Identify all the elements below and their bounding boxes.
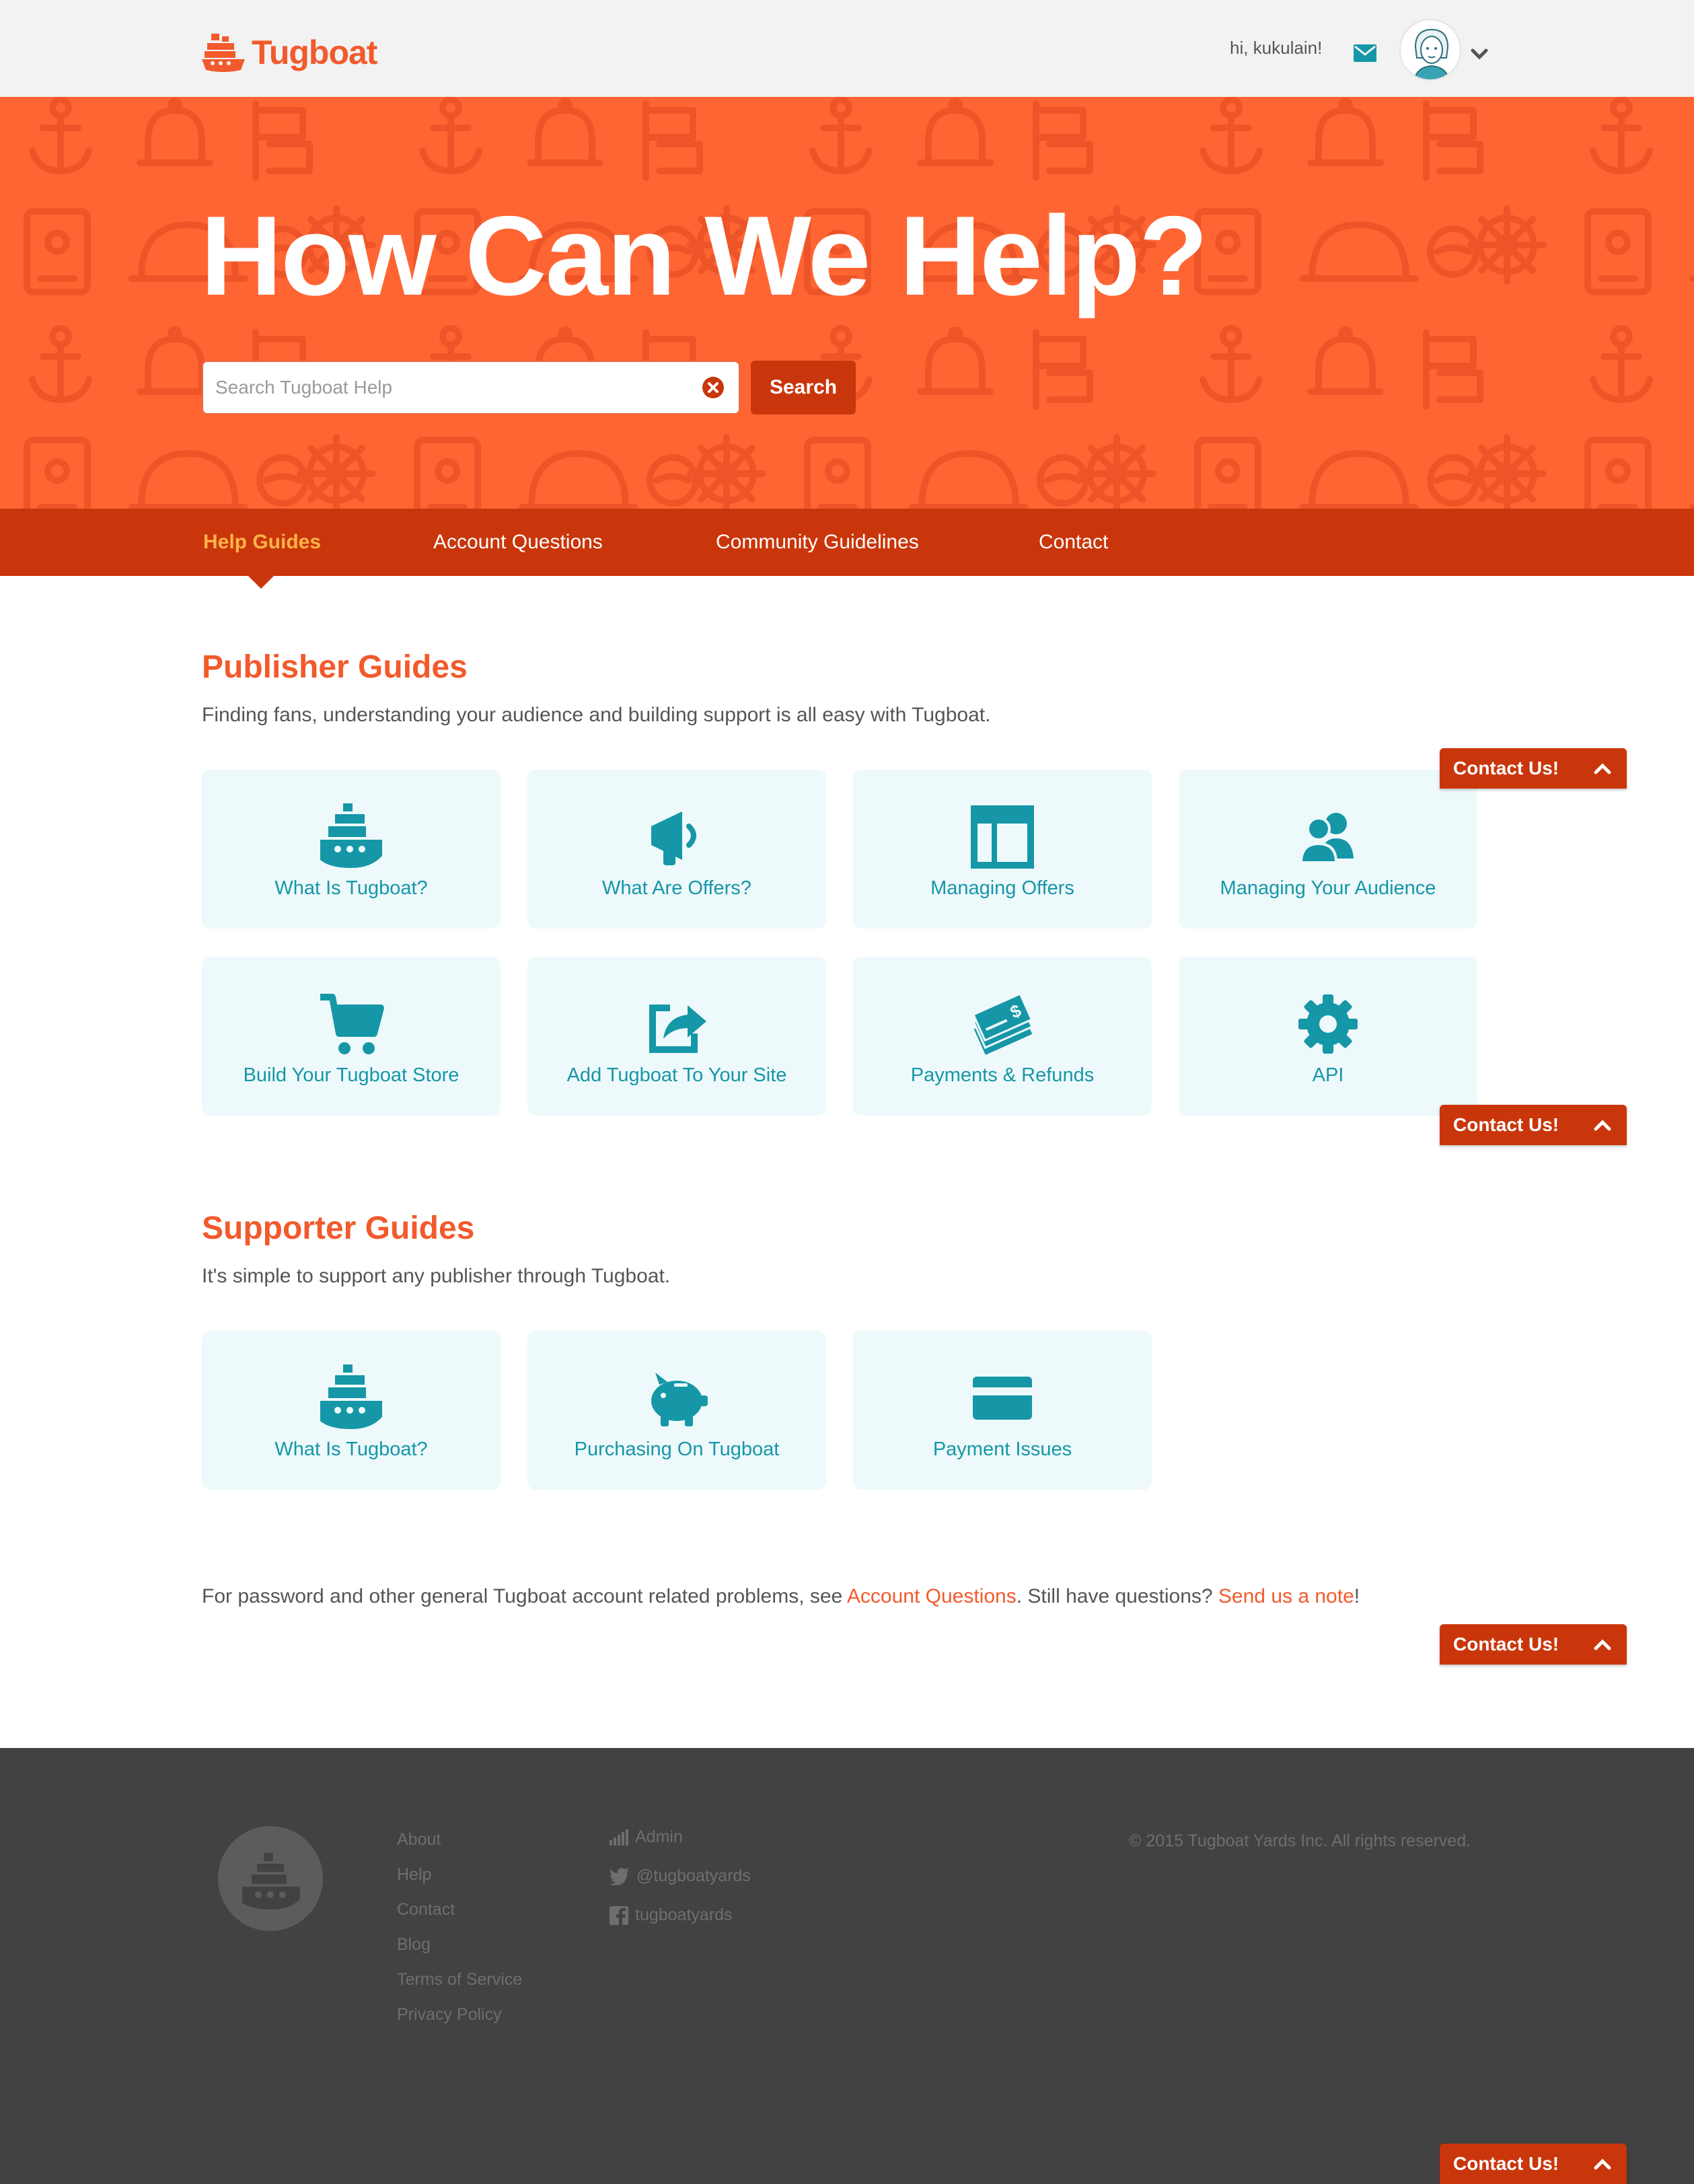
- avatar[interactable]: [1399, 19, 1461, 81]
- footer-social-label: tugboatyards: [635, 1905, 733, 1924]
- note-text: . Still have questions?: [1016, 1585, 1218, 1607]
- guide-card-api[interactable]: API: [1179, 957, 1477, 1116]
- tugboat-logo[interactable]: Tugboat: [202, 31, 377, 74]
- contact-us-tab[interactable]: Contact Us!: [1440, 748, 1627, 789]
- help-note: For password and other general Tugboat a…: [202, 1585, 1360, 1608]
- footer-twitter-link[interactable]: @tugboatyards: [610, 1866, 751, 1886]
- guide-card-add-tugboat-to-your-site[interactable]: Add Tugboat To Your Site: [527, 957, 826, 1116]
- layout-icon: [971, 805, 1034, 869]
- users-icon: [1299, 813, 1354, 864]
- top-bar: Tugboat hi, kukulain!: [0, 0, 1694, 97]
- guide-card-label: Managing Offers: [930, 877, 1074, 899]
- contact-us-label: Contact Us!: [1453, 2153, 1559, 2174]
- contact-us-label: Contact Us!: [1453, 1634, 1559, 1654]
- guide-card-label: Payment Issues: [932, 1439, 1072, 1460]
- guide-card-what-is-tugboat[interactable]: What Is Tugboat?: [202, 770, 501, 929]
- chevron-up-icon: [1594, 1639, 1611, 1650]
- guide-card-build-your-tugboat-store[interactable]: Build Your Tugboat Store: [202, 957, 501, 1116]
- guide-card-label: Managing Your Audience: [1220, 877, 1436, 899]
- guide-card-purchasing-on-tugboat[interactable]: Purchasing On Tugboat: [527, 1331, 826, 1490]
- cart-icon: [320, 994, 384, 1054]
- user-greeting: hi, kukulain!: [1230, 38, 1323, 58]
- tab-account-questions[interactable]: Account Questions: [433, 509, 603, 576]
- footer-social-label: @tugboatyards: [636, 1866, 751, 1885]
- chevron-up-icon: [1594, 1120, 1611, 1131]
- twitter-icon: [610, 1867, 629, 1885]
- guide-card-what-are-offers[interactable]: What Are Offers?: [527, 770, 826, 929]
- share-icon: [649, 1005, 706, 1053]
- footer-link-about[interactable]: About: [397, 1830, 441, 1850]
- facebook-icon: [610, 1905, 628, 1925]
- help-tabs: Help Guides Account Questions Community …: [0, 509, 1694, 576]
- send-us-a-note-link[interactable]: Send us a note: [1218, 1585, 1354, 1607]
- guide-card-label: What Are Offers?: [602, 877, 751, 899]
- brand-name: Tugboat: [252, 34, 377, 71]
- footer-link-terms-of-service[interactable]: Terms of Service: [397, 1970, 522, 1990]
- megaphone-icon: [651, 811, 696, 865]
- copyright: © 2015 Tugboat Yards Inc. All rights res…: [1129, 1831, 1471, 1850]
- contact-us-label: Contact Us!: [1453, 758, 1559, 778]
- supporter-guides-title: Supporter Guides: [202, 1210, 475, 1246]
- contact-us-tab[interactable]: Contact Us!: [1440, 2144, 1627, 2184]
- note-text: !: [1354, 1585, 1360, 1607]
- tugboat-logo-icon: [242, 1853, 300, 1909]
- guide-card-label: What Is Tugboat?: [274, 1439, 428, 1460]
- footer-social-label: Admin: [635, 1827, 683, 1846]
- avatar-illustration: [1401, 20, 1460, 79]
- guide-card-payments-and-refunds[interactable]: $ Payments & Refunds: [853, 957, 1152, 1116]
- guide-card-managing-your-audience[interactable]: Managing Your Audience: [1179, 770, 1477, 929]
- footer-logo[interactable]: [218, 1826, 323, 1931]
- guide-card-managing-offers[interactable]: Managing Offers: [853, 770, 1152, 929]
- footer-link-contact[interactable]: Contact: [397, 1900, 455, 1920]
- account-questions-link[interactable]: Account Questions: [847, 1585, 1017, 1607]
- page-title: How Can We Help?: [200, 192, 1208, 319]
- chevron-down-icon[interactable]: [1471, 48, 1488, 61]
- hero-banner: How Can We Help? Search: [0, 97, 1694, 509]
- publisher-guides-subtitle: Finding fans, understanding your audienc…: [202, 704, 991, 726]
- tugboat-logo-icon: [202, 34, 245, 72]
- guide-card-label: What Is Tugboat?: [274, 877, 428, 899]
- guide-card-label: API: [1312, 1064, 1344, 1086]
- guide-card-supporter-what-is-tugboat[interactable]: What Is Tugboat?: [202, 1331, 501, 1490]
- footer-link-privacy-policy[interactable]: Privacy Policy: [397, 2005, 502, 2025]
- guide-card-label: Add Tugboat To Your Site: [566, 1064, 787, 1086]
- search-box: [202, 361, 740, 414]
- footer-link-help[interactable]: Help: [397, 1865, 431, 1885]
- guide-card-label: Purchasing On Tugboat: [574, 1439, 780, 1460]
- tab-community-guidelines[interactable]: Community Guidelines: [716, 509, 919, 576]
- search-button[interactable]: Search: [751, 361, 856, 414]
- contact-us-label: Contact Us!: [1453, 1114, 1559, 1135]
- chevron-up-icon: [1594, 763, 1611, 774]
- mail-icon[interactable]: [1354, 44, 1376, 62]
- tugboat-icon: [320, 1364, 382, 1429]
- note-text: For password and other general Tugboat a…: [202, 1585, 847, 1607]
- supporter-guides-subtitle: It's simple to support any publisher thr…: [202, 1265, 671, 1287]
- contact-us-tab[interactable]: Contact Us!: [1440, 1624, 1627, 1665]
- credit-card-icon: [973, 1377, 1032, 1420]
- footer-link-blog[interactable]: Blog: [397, 1935, 431, 1955]
- clear-icon[interactable]: [701, 375, 725, 400]
- tab-contact[interactable]: Contact: [1039, 509, 1108, 576]
- footer-facebook-link[interactable]: tugboatyards: [610, 1905, 733, 1925]
- contact-us-tab[interactable]: Contact Us!: [1440, 1105, 1627, 1145]
- guide-card-label: Build Your Tugboat Store: [243, 1064, 459, 1086]
- chevron-up-icon: [1594, 2158, 1611, 2170]
- guide-card-payment-issues[interactable]: Payment Issues: [853, 1331, 1152, 1490]
- search-input[interactable]: [215, 362, 686, 413]
- active-tab-caret: [248, 575, 274, 589]
- footer: About Help Contact Blog Terms of Service…: [0, 1748, 1694, 2184]
- footer-admin-link[interactable]: Admin: [610, 1827, 683, 1847]
- gear-icon: [1298, 994, 1358, 1054]
- signal-bars-icon: [610, 1829, 628, 1846]
- guide-card-label: Payments & Refunds: [910, 1064, 1095, 1086]
- tugboat-icon: [320, 803, 382, 868]
- tab-help-guides[interactable]: Help Guides: [203, 509, 321, 576]
- publisher-guides-title: Publisher Guides: [202, 649, 468, 685]
- piggy-bank-icon: [651, 1373, 708, 1426]
- checks-icon: $: [971, 992, 1033, 1055]
